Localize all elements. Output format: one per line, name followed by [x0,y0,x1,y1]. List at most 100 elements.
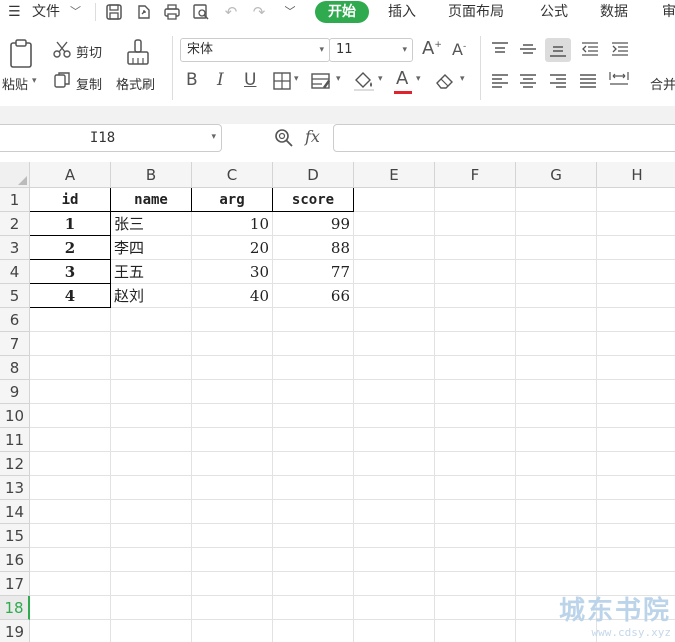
cell-e17[interactable] [354,572,435,596]
paste-dropdown-icon[interactable]: ▾ [32,76,37,86]
cell-f11[interactable] [435,428,516,452]
cell-g16[interactable] [516,548,597,572]
cell-g5[interactable] [516,284,597,308]
cell-g6[interactable] [516,308,597,332]
cell-a15[interactable] [30,524,111,548]
cell-d7[interactable] [273,332,354,356]
cell-b18[interactable] [111,596,192,620]
cell-e5[interactable] [354,284,435,308]
cell-d18[interactable] [273,596,354,620]
cell-c8[interactable] [192,356,273,380]
align-right-icon[interactable] [548,72,568,90]
menu-hamburger-icon[interactable]: ☰ [8,0,21,24]
cell-g7[interactable] [516,332,597,356]
underline-button[interactable]: U [244,70,256,90]
row-header-3[interactable]: 3 [0,236,30,260]
row-header-1[interactable]: 1 [0,188,30,212]
cell-h10[interactable] [597,404,675,428]
cell-d15[interactable] [273,524,354,548]
scissors-icon[interactable] [52,40,72,60]
export-icon[interactable] [135,3,153,21]
column-header-a[interactable]: A [30,162,111,188]
cell-a7[interactable] [30,332,111,356]
italic-button[interactable]: I [217,70,224,90]
increase-font-icon[interactable]: A+ [422,38,442,59]
spreadsheet-grid[interactable]: A B C D E F G H 1 id name arg score 2 1 张三 10 99 3 2 李四 20 88 4… [0,154,675,642]
cell-h15[interactable] [597,524,675,548]
cell-e4[interactable] [354,260,435,284]
column-header-g[interactable]: G [516,162,597,188]
cell-b16[interactable] [111,548,192,572]
row-header-18[interactable]: 18 [0,596,30,620]
cell-h13[interactable] [597,476,675,500]
cell-a16[interactable] [30,548,111,572]
cell-f8[interactable] [435,356,516,380]
cell-a4[interactable]: 3 [30,260,111,284]
cell-c19[interactable] [192,620,273,642]
cell-f10[interactable] [435,404,516,428]
cell-c11[interactable] [192,428,273,452]
cell-h17[interactable] [597,572,675,596]
cell-g8[interactable] [516,356,597,380]
cell-b15[interactable] [111,524,192,548]
cell-a9[interactable] [30,380,111,404]
cell-d3[interactable]: 88 [273,236,354,260]
cell-f17[interactable] [435,572,516,596]
cell-e15[interactable] [354,524,435,548]
cell-h16[interactable] [597,548,675,572]
cell-a2[interactable]: 1 [30,212,111,236]
cell-b9[interactable] [111,380,192,404]
cell-f13[interactable] [435,476,516,500]
cell-c6[interactable] [192,308,273,332]
cell-e11[interactable] [354,428,435,452]
copy-button[interactable]: 复制 [76,74,102,93]
align-center-icon[interactable] [518,72,538,90]
tab-insert[interactable]: 插入 [388,0,416,24]
row-header-16[interactable]: 16 [0,548,30,572]
cell-e13[interactable] [354,476,435,500]
cell-g17[interactable] [516,572,597,596]
cell-a5[interactable]: 4 [30,284,111,308]
cell-c4[interactable]: 30 [192,260,273,284]
column-header-d[interactable]: D [273,162,354,188]
formula-input[interactable] [333,124,675,152]
justify-icon[interactable] [578,72,598,90]
font-color-dropdown-icon[interactable]: ▾ [416,74,421,84]
cell-e2[interactable] [354,212,435,236]
cell-h4[interactable] [597,260,675,284]
redo-icon[interactable]: ↷ [250,3,268,21]
cell-g14[interactable] [516,500,597,524]
cell-a19[interactable] [30,620,111,642]
cell-c1[interactable]: arg [192,188,273,212]
cell-b2[interactable]: 张三 [111,212,192,236]
cell-c3[interactable]: 20 [192,236,273,260]
eraser-icon[interactable] [434,71,456,91]
cell-c17[interactable] [192,572,273,596]
cell-e18[interactable] [354,596,435,620]
cell-f4[interactable] [435,260,516,284]
cell-h14[interactable] [597,500,675,524]
eraser-dropdown-icon[interactable]: ▾ [460,74,465,84]
cell-g2[interactable] [516,212,597,236]
distributed-align-icon[interactable] [608,70,630,88]
cell-d13[interactable] [273,476,354,500]
row-header-2[interactable]: 2 [0,212,30,236]
cell-f6[interactable] [435,308,516,332]
cell-f18[interactable] [435,596,516,620]
undo-icon[interactable]: ↶ [222,3,240,21]
cell-a17[interactable] [30,572,111,596]
tab-data[interactable]: 数据 [600,0,628,24]
cell-b6[interactable] [111,308,192,332]
cell-g3[interactable] [516,236,597,260]
cell-b14[interactable] [111,500,192,524]
cell-d19[interactable] [273,620,354,642]
cell-e10[interactable] [354,404,435,428]
cell-d6[interactable] [273,308,354,332]
cell-d2[interactable]: 99 [273,212,354,236]
paste-button[interactable]: 粘贴 [2,74,28,93]
align-top-icon[interactable] [490,40,510,58]
cell-b4[interactable]: 王五 [111,260,192,284]
cell-f2[interactable] [435,212,516,236]
row-header-4[interactable]: 4 [0,260,30,284]
font-color-button[interactable]: A [396,68,408,89]
